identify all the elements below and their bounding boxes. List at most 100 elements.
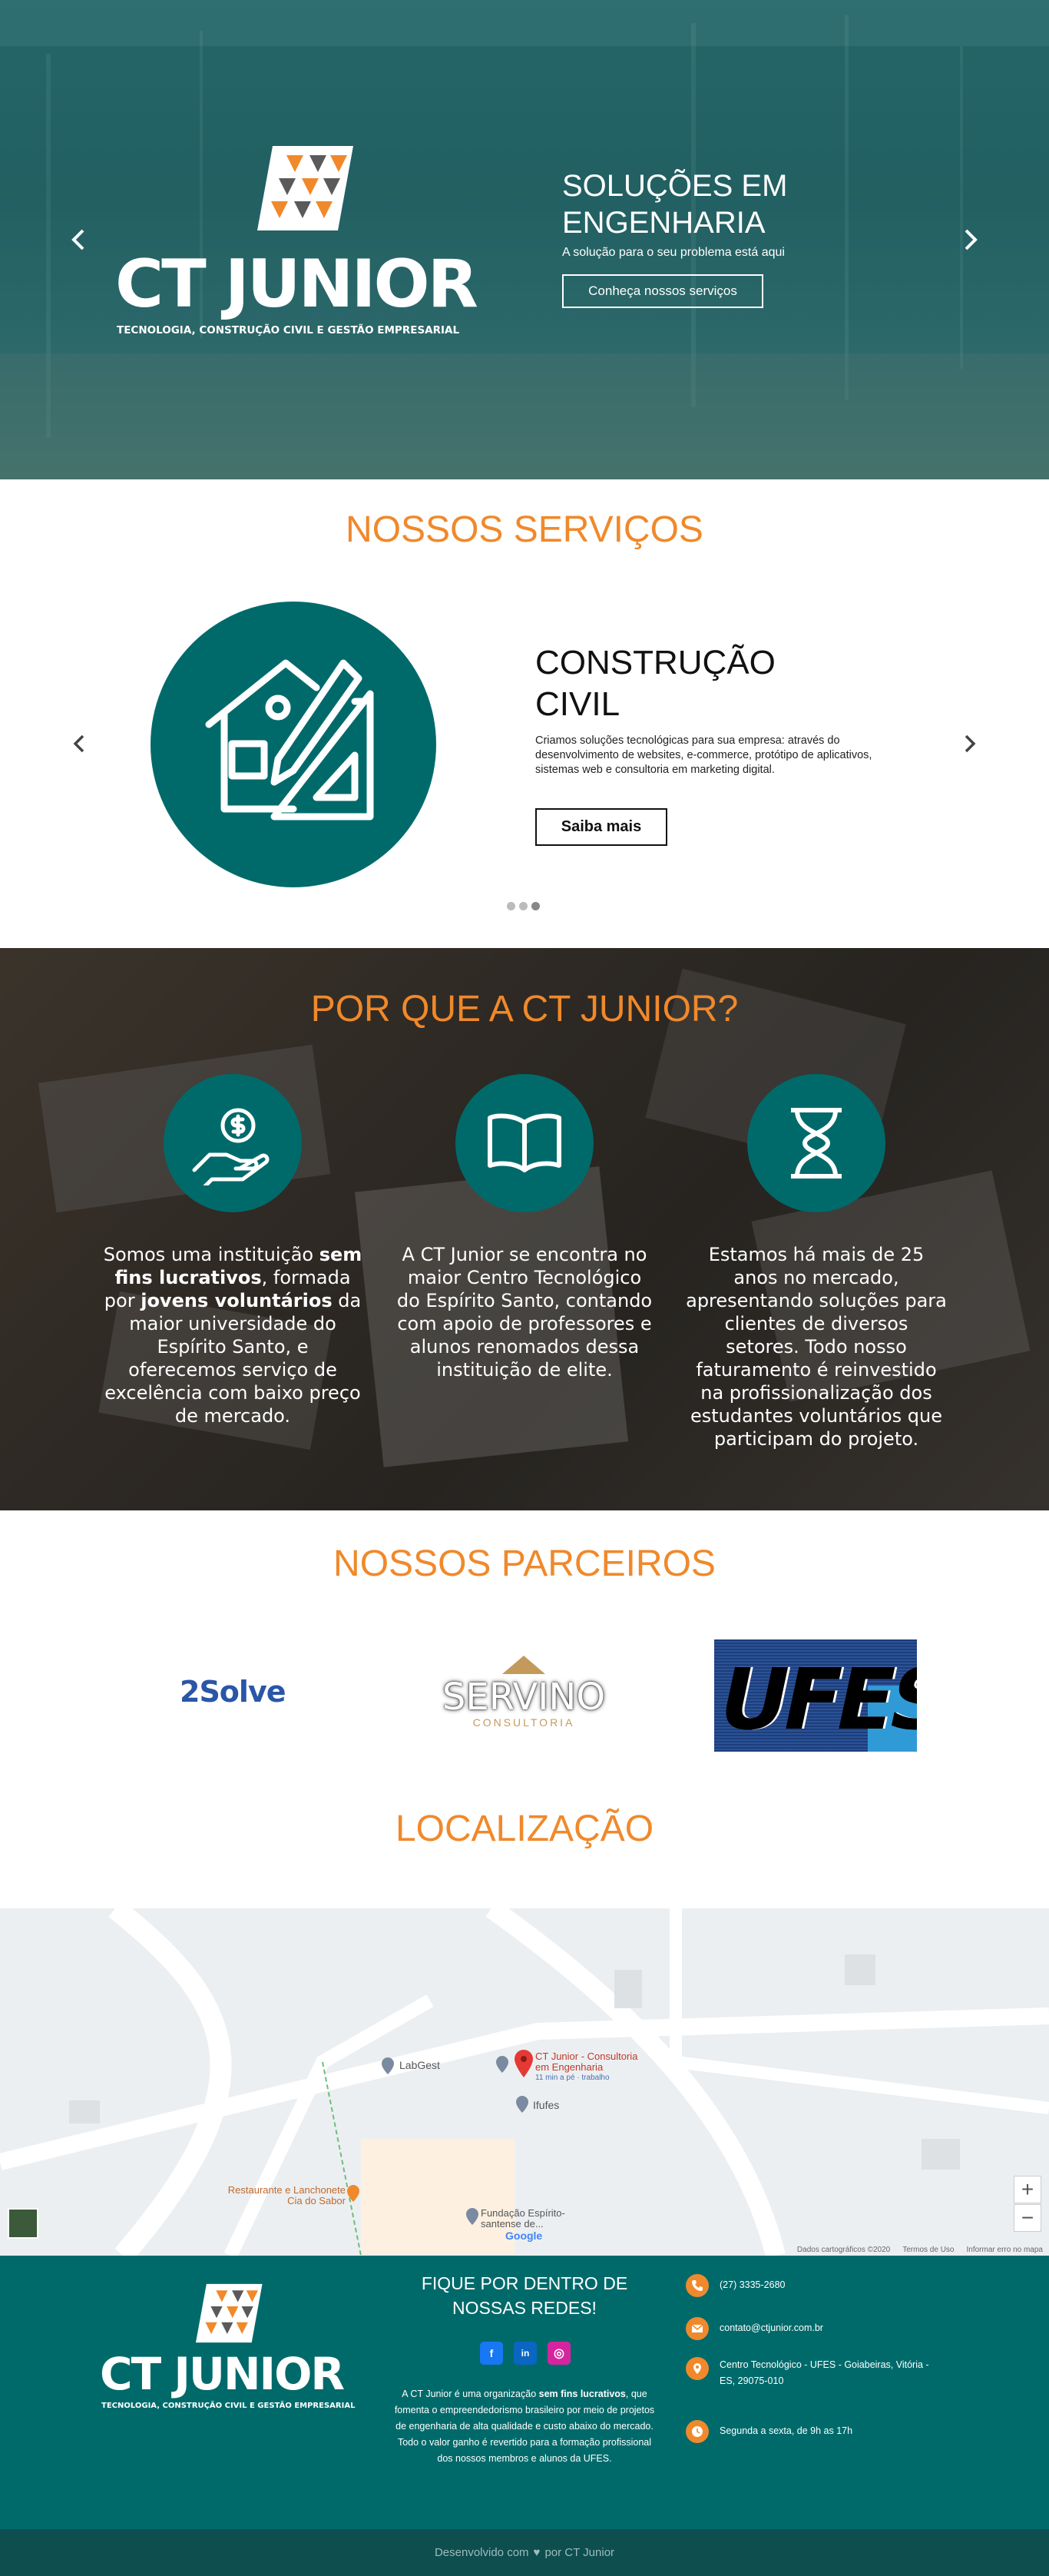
open-book-icon bbox=[488, 1113, 561, 1172]
service-illustration bbox=[151, 602, 436, 887]
carousel-dot[interactable] bbox=[519, 902, 528, 910]
chevron-right-icon bbox=[965, 734, 976, 753]
logo-triangles-icon bbox=[257, 146, 353, 230]
hero-banner: CT JUNIOR TECNOLOGIA, CONSTRUÇÃO CIVIL E… bbox=[0, 0, 1049, 479]
place-marker-icon bbox=[466, 2208, 478, 2225]
why-icon-circle bbox=[747, 1074, 885, 1212]
envelope-icon bbox=[686, 2317, 709, 2340]
chevron-right-icon bbox=[965, 229, 978, 250]
map-label-restaurant[interactable]: Restaurante e Lanchonete Cia do Sabor bbox=[223, 2185, 346, 2206]
map-terms-link[interactable]: Termos de Uso bbox=[902, 2246, 954, 2254]
footer-social-heading: FIQUE POR DENTRO DE NOSSAS REDES! bbox=[421, 2273, 628, 2318]
restaurant-marker-icon bbox=[347, 2185, 359, 2202]
footer-about: A CT Junior é uma organização sem fins l… bbox=[393, 2386, 656, 2467]
phone-icon bbox=[686, 2274, 709, 2297]
zoom-in-button[interactable]: + bbox=[1014, 2176, 1041, 2203]
why-text-nonprofit: Somos uma instituição sem fins lucrativo… bbox=[102, 1243, 363, 1427]
map-roads bbox=[0, 1908, 1049, 2256]
logo-triangles-icon bbox=[196, 2283, 263, 2343]
why-text-part: Somos uma instituição bbox=[103, 1244, 319, 1265]
address-text: Centro Tecnológico - UFES - Goiabeiras, … bbox=[720, 2359, 929, 2386]
service-description: Criamos soluções tecnológicas para sua e… bbox=[535, 734, 872, 776]
why-title: POR QUE A CT JUNIOR? bbox=[310, 989, 739, 1029]
logo-tagline: TECNOLOGIA, CONSTRUÇÃO CIVIL E GESTÃO EM… bbox=[117, 324, 460, 337]
services-cta-button[interactable]: Conheça nossos serviços bbox=[562, 274, 763, 308]
instagram-icon[interactable]: ◎ bbox=[548, 2342, 571, 2365]
why-column-nonprofit: Somos uma instituição sem fins lucrativo… bbox=[102, 1074, 363, 1427]
footer-logo-wordmark: CT JUNIOR bbox=[100, 2348, 345, 2400]
map-attribution: Dados cartográficos ©2020 Termos de Uso … bbox=[797, 2246, 1043, 2254]
credit-suffix: por CT Junior bbox=[544, 2546, 615, 2559]
credits-bar: Desenvolvido com ♥ por CT Junior bbox=[0, 2529, 1049, 2576]
contact-hours: Segunda a sexta, de 9h as 17h bbox=[686, 2420, 852, 2443]
map-label-fundacao[interactable]: Fundação Espírito-santense de... bbox=[481, 2208, 596, 2230]
logo-wordmark: CT JUNIOR bbox=[115, 246, 478, 323]
hero-subtitle: A solução para o seu problema está aqui bbox=[562, 246, 785, 259]
partner-logo-2solve: 2Solve bbox=[180, 1675, 286, 1709]
place-marker-icon bbox=[382, 2057, 394, 2074]
location-pin-icon bbox=[686, 2357, 709, 2380]
facebook-icon[interactable]: f bbox=[480, 2342, 503, 2365]
services-next-arrow[interactable] bbox=[960, 730, 978, 758]
map-pin-sublabel: 11 min a pé · trabalho bbox=[535, 2074, 610, 2082]
learn-more-button[interactable]: Saiba mais bbox=[535, 808, 667, 846]
services-title: NOSSOS SERVIÇOS bbox=[346, 509, 703, 550]
why-text-experience: Estamos há mais de 25 anos no mercado, a… bbox=[686, 1244, 947, 1450]
zoom-out-button[interactable]: − bbox=[1014, 2204, 1041, 2232]
why-column-center: A CT Junior se encontra no maior Centro … bbox=[394, 1074, 655, 1381]
about-text-part: , que fomenta o empreendedorismo brasile… bbox=[394, 2389, 655, 2464]
footer: CT JUNIOR TECNOLOGIA, CONSTRUÇÃO CIVIL E… bbox=[0, 2256, 1049, 2529]
service-title: CONSTRUÇÃO CIVIL bbox=[535, 644, 776, 723]
google-logo: Google bbox=[505, 2230, 543, 2242]
map-pin-icon[interactable] bbox=[515, 2050, 533, 2077]
chevron-left-icon bbox=[71, 229, 84, 250]
hours-text: Segunda a sexta, de 9h as 17h bbox=[720, 2425, 853, 2436]
why-icon-circle bbox=[455, 1074, 594, 1212]
map-report-link[interactable]: Informar erro no mapa bbox=[967, 2246, 1044, 2254]
location-title: LOCALIZAÇÃO bbox=[395, 1809, 654, 1849]
hand-money-icon bbox=[192, 1108, 270, 1185]
hourglass-icon bbox=[791, 1108, 842, 1179]
hero-next-arrow[interactable] bbox=[958, 224, 981, 255]
contact-address: Centro Tecnológico - UFES - Goiabeiras, … bbox=[686, 2357, 932, 2389]
partner-logo-ufes: UFES bbox=[714, 1639, 917, 1752]
house-ruler-pencil-icon bbox=[205, 659, 374, 821]
chevron-left-icon bbox=[73, 734, 84, 753]
hero-prev-arrow[interactable] bbox=[68, 224, 91, 255]
carousel-dot[interactable] bbox=[507, 902, 515, 910]
contact-phone: (27) 3335-2680 bbox=[686, 2274, 785, 2297]
heart-icon: ♥ bbox=[533, 2546, 541, 2559]
linkedin-icon[interactable]: in bbox=[514, 2342, 537, 2365]
satellite-toggle[interactable] bbox=[8, 2208, 38, 2239]
why-section: POR QUE A CT JUNIOR? Somos uma instituiç… bbox=[0, 948, 1049, 1510]
social-links: f in ◎ bbox=[480, 2342, 571, 2365]
why-text-bold: jovens voluntários bbox=[141, 1290, 333, 1311]
map-pin-label[interactable]: CT Junior - Consultoria em Engenharia bbox=[535, 2051, 643, 2073]
footer-logo-tagline: TECNOLOGIA, CONSTRUÇÃO CIVIL E GESTÃO EM… bbox=[101, 2402, 356, 2410]
why-text-center: A CT Junior se encontra no maior Centro … bbox=[396, 1244, 653, 1381]
credit-prefix: Desenvolvido com bbox=[434, 2546, 529, 2559]
phone-text[interactable]: (27) 3335-2680 bbox=[720, 2274, 785, 2293]
hero-title: SOLUÇÕES EM ENGENHARIA bbox=[562, 169, 788, 240]
map-data-credit: Dados cartográficos ©2020 bbox=[796, 2246, 891, 2254]
why-column-experience: Estamos há mais de 25 anos no mercado, a… bbox=[686, 1074, 947, 1450]
servino-triangle-icon bbox=[502, 1656, 545, 1674]
email-link[interactable]: contato@ctjunior.com.br bbox=[720, 2317, 823, 2336]
why-icon-circle bbox=[164, 1074, 302, 1212]
carousel-dot-active[interactable] bbox=[531, 902, 540, 910]
place-marker-icon bbox=[516, 2096, 528, 2113]
ufes-wordmark: UFES bbox=[714, 1650, 917, 1749]
services-carousel-dots bbox=[507, 902, 540, 910]
map-label-ifufes[interactable]: Ifufes bbox=[533, 2099, 559, 2111]
servino-wordmark: SERVINO bbox=[442, 1676, 606, 1719]
services-prev-arrow[interactable] bbox=[71, 730, 89, 758]
about-text-bold: sem fins lucrativos bbox=[538, 2389, 626, 2399]
partner-logo-servino: SERVINO CONSULTORIA bbox=[432, 1656, 616, 1729]
hero-overlay bbox=[0, 0, 1049, 479]
map-label-labgest[interactable]: LabGest bbox=[399, 2059, 440, 2071]
partners-title: NOSSOS PARCEIROS bbox=[333, 1543, 716, 1584]
about-text-part: A CT Junior é uma organização bbox=[402, 2389, 539, 2399]
embedded-map[interactable]: CT Junior - Consultoria em Engenharia 11… bbox=[0, 1908, 1049, 2256]
clock-icon bbox=[686, 2420, 709, 2443]
place-marker-icon bbox=[496, 2056, 508, 2073]
